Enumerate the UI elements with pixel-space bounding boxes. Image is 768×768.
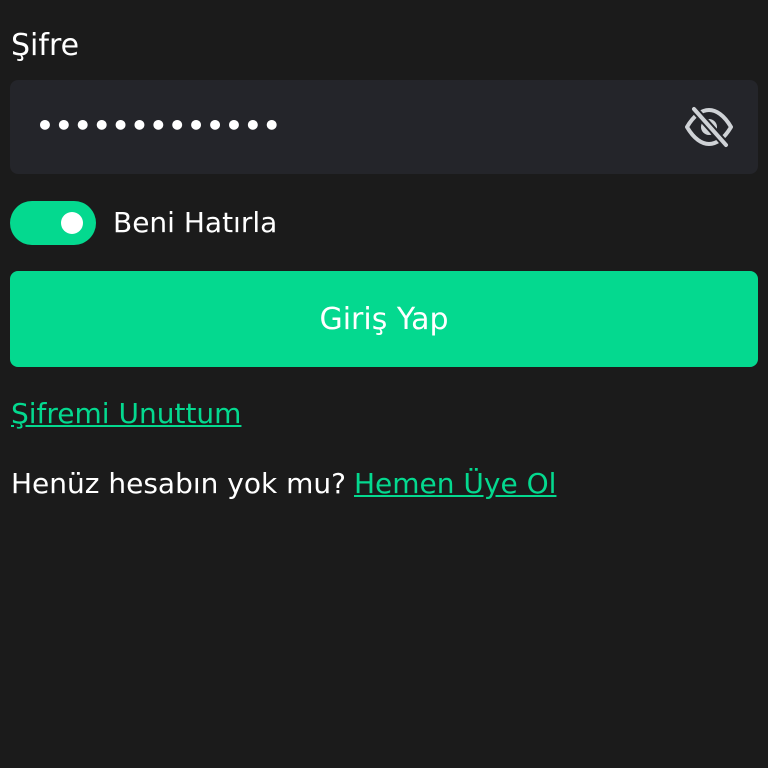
toggle-knob [61,212,83,234]
remember-me-row: Beni Hatırla [10,200,277,246]
signup-prompt: Henüz hesabın yok mu? [11,467,346,500]
login-button[interactable]: Giriş Yap [10,271,758,367]
eye-off-icon[interactable] [684,105,734,149]
password-field-container[interactable] [10,80,758,174]
remember-me-toggle[interactable] [10,201,96,245]
remember-me-label: Beni Hatırla [113,206,278,239]
signup-row: Henüz hesabın yok mu? Hemen Üye Ol [11,464,556,504]
login-form: Şifre Beni Hatırla Giriş Yap Şifremi Unu… [0,0,768,768]
password-label: Şifre [11,28,80,63]
password-input[interactable] [36,106,656,146]
forgot-password-link[interactable]: Şifremi Unuttum [11,394,241,434]
signup-link[interactable]: Hemen Üye Ol [354,467,556,500]
